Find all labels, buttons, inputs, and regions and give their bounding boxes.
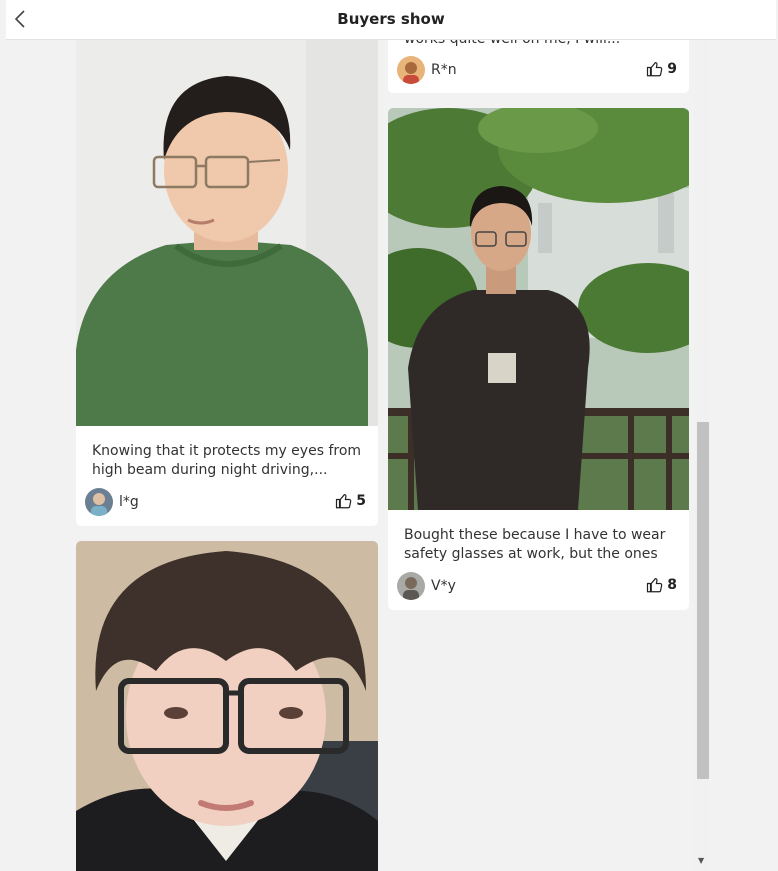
post-photo[interactable]: [388, 108, 689, 510]
thumbs-up-icon: [647, 61, 663, 77]
like-count: 8: [667, 577, 677, 593]
thumbs-up-icon: [647, 577, 663, 593]
avatar: [397, 572, 425, 600]
like-count: 5: [356, 493, 366, 509]
post-card-vy[interactable]: Bought these because I have to wear safe…: [388, 108, 689, 610]
top-bar: Buyers show: [6, 0, 776, 40]
like-count: 9: [667, 61, 677, 77]
post-photo[interactable]: [76, 20, 378, 426]
post-username: R*n: [431, 62, 457, 78]
post-caption: Bought these because I have to wear safe…: [404, 527, 666, 562]
post-caption: Knowing that it protects my eyes from hi…: [92, 443, 362, 478]
like-button[interactable]: 5: [335, 492, 366, 510]
post-user[interactable]: R*n: [397, 56, 457, 84]
post-username: V*y: [431, 578, 456, 594]
post-card-selfie[interactable]: [76, 541, 378, 871]
page-title: Buyers show: [337, 10, 445, 28]
post-user[interactable]: V*y: [397, 572, 456, 600]
buyers-show-feed[interactable]: works quite well on me, I will... R*n 9: [0, 0, 778, 871]
like-button[interactable]: 9: [646, 60, 677, 78]
post-photo[interactable]: [76, 541, 378, 871]
avatar: [85, 488, 113, 516]
post-card-lg[interactable]: Knowing that it protects my eyes from hi…: [76, 20, 378, 526]
scroll-down-arrow-icon[interactable]: ▼: [698, 856, 704, 865]
post-username: l*g: [119, 494, 139, 510]
scrollbar-thumb[interactable]: [697, 422, 709, 779]
thumbs-up-icon: [336, 493, 352, 509]
post-user[interactable]: l*g: [85, 488, 139, 516]
like-button[interactable]: 8: [646, 576, 677, 594]
avatar: [397, 56, 425, 84]
